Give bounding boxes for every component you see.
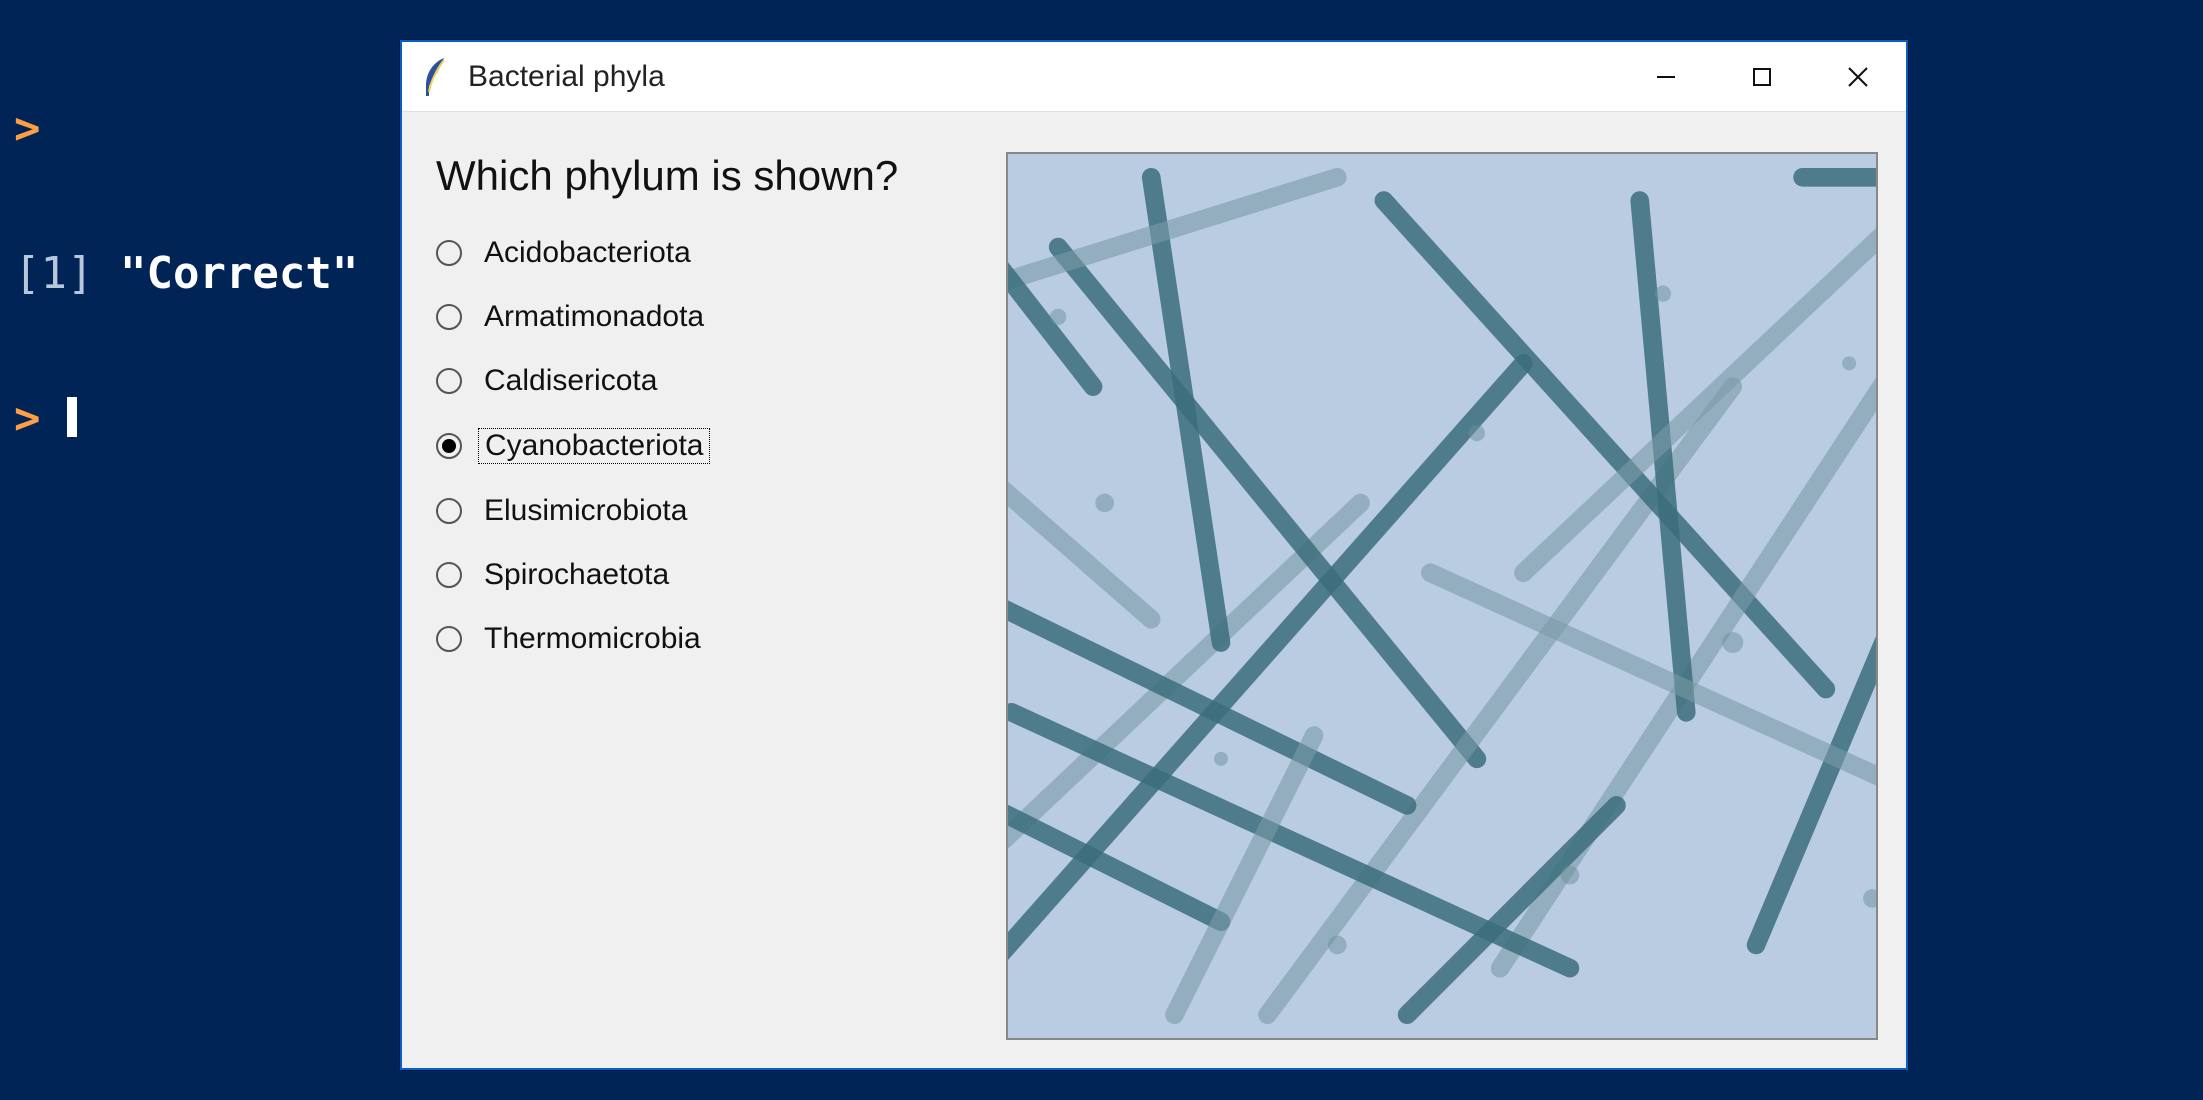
radio-option-2[interactable]: Caldisericota (436, 364, 966, 398)
radio-option-0[interactable]: Acidobacteriota (436, 236, 966, 270)
window-title: Bacterial phyla (468, 60, 1618, 94)
dialog-content: Which phylum is shown? Acidobacteriota A… (402, 112, 1906, 1068)
question-panel: Which phylum is shown? Acidobacteriota A… (436, 152, 966, 1040)
window-controls (1618, 42, 1906, 111)
maximize-button[interactable] (1714, 42, 1810, 111)
radio-option-6[interactable]: Thermomicrobia (436, 622, 966, 656)
minimize-button[interactable] (1618, 42, 1714, 111)
radio-option-5[interactable]: Spirochaetota (436, 558, 966, 592)
radio-icon (436, 498, 462, 524)
console-line-3: > (14, 395, 358, 443)
console-output: > [1] "Correct" > (14, 8, 358, 492)
radio-option-3[interactable]: Cyanobacteriota (436, 428, 966, 464)
console-line-1: > (14, 105, 358, 153)
radio-icon (436, 562, 462, 588)
prompt-caret: > (14, 103, 41, 154)
feather-icon (420, 56, 450, 98)
radio-option-4[interactable]: Elusimicrobiota (436, 494, 966, 528)
radio-option-1[interactable]: Armatimonadota (436, 300, 966, 334)
question-text: Which phylum is shown? (436, 152, 966, 200)
option-label: Cyanobacteriota (478, 428, 710, 464)
option-label: Armatimonadota (478, 300, 710, 334)
close-button[interactable] (1810, 42, 1906, 111)
console-line-2: [1] "Correct" (14, 250, 358, 298)
output-index: [1] (14, 248, 93, 299)
prompt-caret: > (14, 393, 41, 444)
titlebar[interactable]: Bacterial phyla (402, 42, 1906, 112)
radio-icon (436, 240, 462, 266)
cursor (67, 397, 77, 437)
option-label: Acidobacteriota (478, 236, 697, 270)
radio-icon (436, 433, 462, 459)
option-label: Caldisericota (478, 364, 663, 398)
radio-icon (436, 368, 462, 394)
output-value: "Correct" (120, 248, 358, 299)
option-label: Thermomicrobia (478, 622, 707, 656)
option-label: Spirochaetota (478, 558, 675, 592)
radio-icon (436, 304, 462, 330)
specimen-image (1006, 152, 1878, 1040)
option-label: Elusimicrobiota (478, 494, 693, 528)
radio-icon (436, 626, 462, 652)
dialog-window: Bacterial phyla Which phylum is shown? A… (400, 40, 1908, 1070)
